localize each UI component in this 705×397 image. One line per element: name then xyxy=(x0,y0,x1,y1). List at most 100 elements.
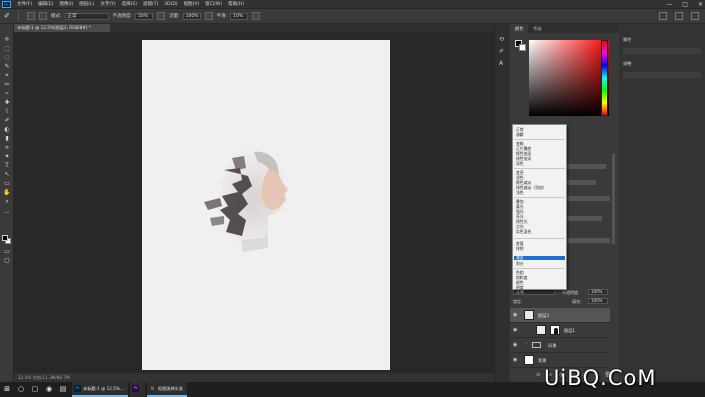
character-panel-icon[interactable]: A xyxy=(499,60,507,67)
eyedropper-tool-icon[interactable]: ⌁ xyxy=(3,90,11,97)
layer-mask-thumbnail[interactable] xyxy=(550,325,560,335)
screen-mode-icon[interactable]: ▢ xyxy=(3,257,11,264)
path-select-tool-icon[interactable]: ↖ xyxy=(3,171,11,178)
blend-option[interactable]: 浅色 xyxy=(516,191,524,195)
slice-tool-icon[interactable]: ✂ xyxy=(3,81,11,88)
stamp-tool-icon[interactable]: ✐ xyxy=(3,117,11,124)
divider xyxy=(514,139,565,140)
taskbar-app-photoshop[interactable]: Ps 未标题-1 @ 12.5%... xyxy=(72,382,128,397)
menu-filter[interactable]: 滤镜(T) xyxy=(143,1,158,7)
pressure-opacity-button[interactable] xyxy=(157,12,166,20)
crop-tool-icon[interactable]: ⌖ xyxy=(3,72,11,79)
hand-tool-icon[interactable]: ✋ xyxy=(3,189,11,196)
chevron-right-icon[interactable]: › xyxy=(525,341,527,347)
document-canvas[interactable] xyxy=(142,40,390,370)
brush-panel-icon[interactable]: ✐ xyxy=(499,48,507,55)
eye-icon[interactable]: ◉ xyxy=(513,342,519,348)
blend-option[interactable]: 划分 xyxy=(516,262,524,266)
properties-panel-header[interactable]: 属性 xyxy=(623,36,701,43)
mode-select[interactable]: 正常 xyxy=(64,12,109,20)
workspace-icon[interactable] xyxy=(675,12,683,20)
brush-preset-button[interactable] xyxy=(27,12,35,20)
layer-row[interactable]: ◉ 图层3 xyxy=(510,308,610,323)
blur-tool-icon[interactable]: ✦ xyxy=(3,153,11,160)
layer-row[interactable]: ◉ 图层1 xyxy=(510,323,610,338)
quick-mask-icon[interactable]: ▭ xyxy=(3,248,11,255)
menu-image[interactable]: 图像(I) xyxy=(59,1,73,7)
share-icon[interactable] xyxy=(691,12,699,20)
opacity-input[interactable]: 50% xyxy=(135,12,154,20)
search-icon[interactable] xyxy=(659,12,667,20)
smoothing-input[interactable]: 10% xyxy=(230,12,249,20)
divider xyxy=(514,197,565,198)
opacity-label: 不透明度: xyxy=(112,14,133,19)
eraser-tool-icon[interactable]: ▮ xyxy=(3,135,11,142)
panel-row xyxy=(623,48,701,54)
task-view-icon[interactable]: ▢ xyxy=(28,382,42,397)
properties-scrollbar[interactable] xyxy=(612,154,615,244)
healing-tool-icon[interactable]: ✚ xyxy=(3,99,11,106)
shape-tool-icon[interactable]: ▭ xyxy=(3,180,11,187)
blend-option[interactable]: 实色混合 xyxy=(516,230,531,234)
panel-background-swatch[interactable] xyxy=(519,44,526,51)
menu-3d[interactable]: 3D(D) xyxy=(164,2,177,7)
blend-option[interactable]: 深色 xyxy=(516,162,524,166)
text-tool-icon[interactable]: T xyxy=(3,162,11,169)
marquee-tool-icon[interactable]: ⬚ xyxy=(3,45,11,52)
tools-panel: ✛ ⬚ ◌ ✎ ⌖ ✂ ⌁ ✚ ⌇ ✐ ◐ ▮ ⟡ ✦ T ↖ ▭ ✋ ⌕ ··… xyxy=(0,24,14,382)
tab-swatches[interactable]: 色板 xyxy=(528,24,546,33)
eye-icon[interactable]: ◉ xyxy=(513,357,519,363)
link-layers-icon[interactable]: ⊖ xyxy=(536,372,540,378)
blend-option[interactable]: 溶解 xyxy=(516,133,524,137)
airbrush-button[interactable] xyxy=(204,12,213,20)
menu-layer[interactable]: 图层(L) xyxy=(79,1,94,7)
layer-thumbnail xyxy=(536,325,546,335)
blend-option-selected[interactable]: 减去 xyxy=(514,256,565,260)
taskbar-app-premiere[interactable]: Pr xyxy=(129,382,145,397)
taskbar-app-label: 未标题-1 @ 12.5%... xyxy=(83,385,124,391)
windows-start-icon[interactable]: ⊞ xyxy=(0,382,14,397)
menu-file[interactable]: 文件(F) xyxy=(17,1,32,7)
lasso-tool-icon[interactable]: ◌ xyxy=(3,54,11,61)
smoothing-options-button[interactable] xyxy=(252,12,261,20)
color-picker-field[interactable] xyxy=(529,40,609,116)
flow-input[interactable]: 100% xyxy=(182,12,201,20)
more-tools-icon[interactable]: ··· xyxy=(3,210,11,217)
adjustments-panel-header[interactable]: 调整 xyxy=(623,60,701,67)
close-button[interactable]: ✕ xyxy=(698,1,703,8)
brush-settings-button[interactable] xyxy=(39,12,47,20)
search-icon[interactable]: ○ xyxy=(14,382,28,397)
move-tool-icon[interactable]: ✛ xyxy=(3,36,11,43)
brush-tool-icon[interactable]: ✐ xyxy=(4,11,14,21)
menu-help[interactable]: 帮助(H) xyxy=(228,1,244,7)
brush-tool-icon[interactable]: ⌇ xyxy=(3,108,11,115)
browser-icon[interactable]: ◉ xyxy=(42,382,56,397)
menu-type[interactable]: 文字(Y) xyxy=(100,1,115,7)
eye-icon[interactable]: ◉ xyxy=(513,312,519,318)
foreground-color-swatch[interactable] xyxy=(2,235,8,241)
layer-row[interactable]: ◉ › 风景 xyxy=(510,338,610,353)
menu-view[interactable]: 视图(V) xyxy=(184,1,200,7)
maximize-button[interactable]: □ xyxy=(682,1,688,8)
history-panel-icon[interactable]: ⟲ xyxy=(499,36,507,43)
menu-select[interactable]: 选择(S) xyxy=(122,1,137,7)
quick-select-tool-icon[interactable]: ✎ xyxy=(3,63,11,70)
eye-icon[interactable]: ◉ xyxy=(513,327,519,333)
explorer-icon[interactable]: ▤ xyxy=(56,382,70,397)
menu-window[interactable]: 窗口(W) xyxy=(205,1,222,7)
document-tab[interactable]: 未标题-1 @ 12.5%(图层3, RGB/8#) * xyxy=(14,24,110,32)
hue-slider[interactable] xyxy=(601,40,608,116)
tab-color[interactable]: 颜色 xyxy=(510,24,529,33)
blend-mode-dropdown[interactable]: 正常 溶解 变暗 正片叠底 颜色加深 线性加深 深色 变亮 滤色 颜色减淡 线性… xyxy=(512,124,567,290)
layer-opacity-input[interactable]: 100% xyxy=(588,289,608,295)
zoom-tool-icon[interactable]: ⌕ xyxy=(3,198,11,205)
blend-option[interactable]: 明度 xyxy=(516,286,524,290)
taskbar-app-folder[interactable]: ▤ 抠图毁掉头发 xyxy=(146,382,188,397)
lock-label: 锁定: xyxy=(513,299,523,304)
menu-edit[interactable]: 编辑(E) xyxy=(38,1,53,7)
options-bar: ✐ 模式: 正常 不透明度: 50% 流量: 100% 平滑: 10% xyxy=(0,9,705,24)
minimize-button[interactable]: — xyxy=(666,1,672,8)
history-brush-tool-icon[interactable]: ◐ xyxy=(3,126,11,133)
fill-input[interactable]: 100% xyxy=(588,298,608,304)
gradient-tool-icon[interactable]: ⟡ xyxy=(3,144,11,151)
